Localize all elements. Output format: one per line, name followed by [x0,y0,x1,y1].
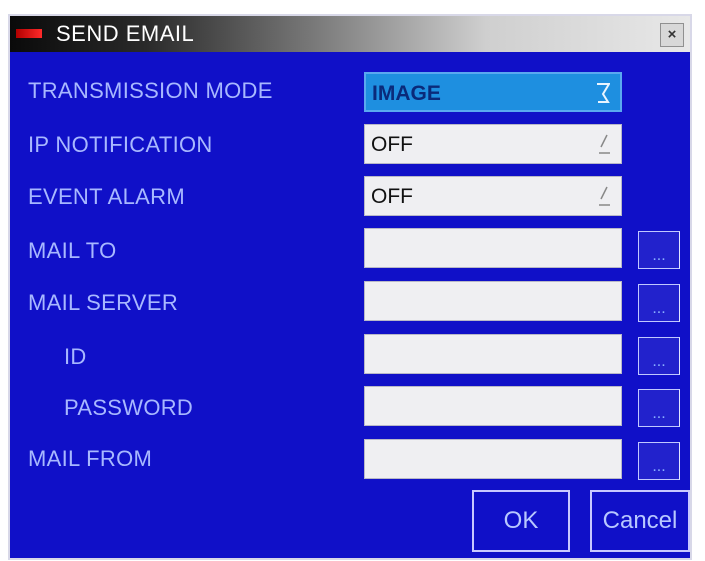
id-browse-button[interactable]: ... [638,337,680,375]
dropdown-arrow-icon [599,134,610,154]
transmission-mode-label: TRANSMISSION MODE [28,78,273,103]
title-bar[interactable]: SEND EMAIL × [10,16,690,52]
ok-button[interactable]: OK [472,490,570,552]
mail-from-browse-button[interactable]: ... [638,442,680,480]
mail-server-field[interactable] [364,281,622,321]
cancel-button[interactable]: Cancel [590,490,690,552]
mail-to-field[interactable] [364,228,622,268]
dropdown-arrow-icon [597,83,610,103]
transmission-mode-dropdown[interactable]: IMAGE [364,72,622,112]
send-email-dialog: SEND EMAIL × TRANSMISSION MODE IMAGE IP … [8,14,692,560]
mail-to-browse-button[interactable]: ... [638,231,680,269]
id-field[interactable] [364,334,622,374]
password-field[interactable] [364,386,622,426]
password-browse-button[interactable]: ... [638,389,680,427]
transmission-mode-value: IMAGE [372,82,441,105]
event-alarm-label: EVENT ALARM [28,184,185,209]
dropdown-arrow-icon [599,186,610,206]
title-logo-icon [16,29,42,38]
mail-from-field[interactable] [364,439,622,479]
mail-server-label: MAIL SERVER [28,290,179,315]
ip-notification-value: OFF [371,133,413,156]
event-alarm-dropdown[interactable]: OFF [364,176,622,216]
ip-notification-label: IP NOTIFICATION [28,132,213,157]
event-alarm-value: OFF [371,185,413,208]
close-button[interactable]: × [660,23,684,47]
mail-from-label: MAIL FROM [28,446,153,471]
ip-notification-dropdown[interactable]: OFF [364,124,622,164]
id-label: ID [64,344,87,369]
password-label: PASSWORD [64,395,194,420]
mail-server-browse-button[interactable]: ... [638,284,680,322]
dialog-title: SEND EMAIL [56,21,195,46]
mail-to-label: MAIL TO [28,238,117,263]
